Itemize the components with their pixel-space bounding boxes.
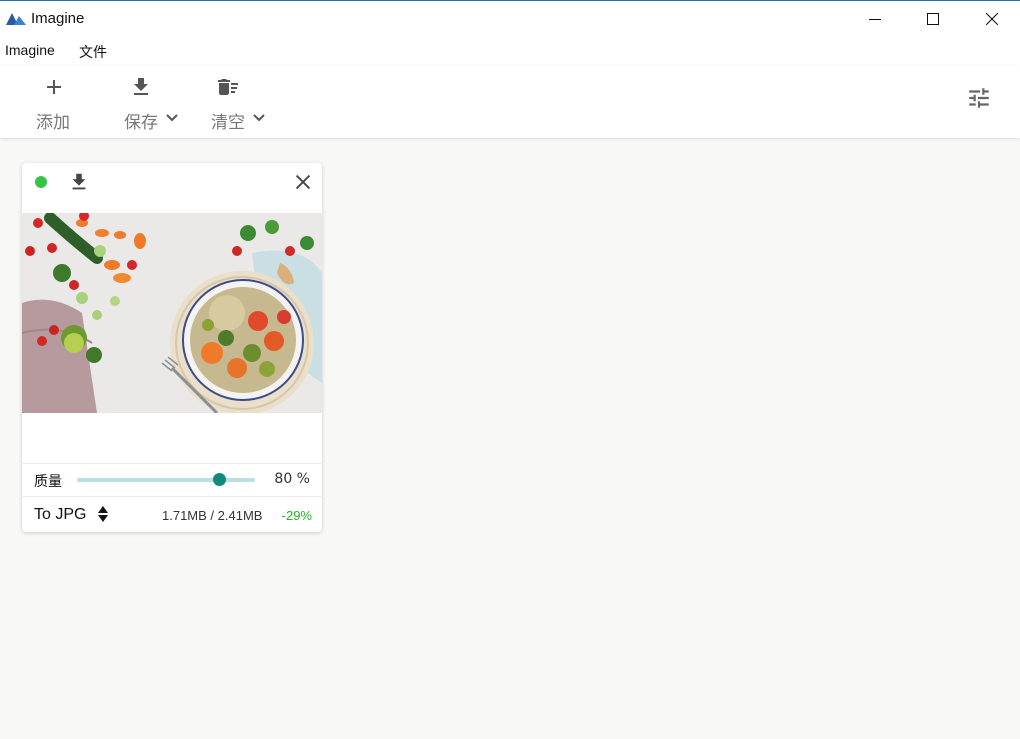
quality-value: 80 % xyxy=(274,471,310,487)
menu-bar: Imagine 文件 xyxy=(0,37,1020,65)
plus-icon xyxy=(47,80,61,94)
close-icon[interactable] xyxy=(292,171,314,193)
save-label: 保存 xyxy=(124,113,158,133)
delete-sweep-icon xyxy=(218,79,238,95)
maximize-icon xyxy=(927,13,939,25)
sort-arrows-icon[interactable] xyxy=(97,504,109,524)
status-indicator xyxy=(35,176,47,188)
divider xyxy=(22,463,322,464)
image-card: 质量 80 % To JPG 1.71MB / 2.41MB -29% xyxy=(22,163,322,532)
format-select[interactable]: To JPG xyxy=(34,506,86,524)
minimize-button[interactable] xyxy=(852,1,898,37)
app-logo-icon xyxy=(6,13,26,25)
divider xyxy=(22,496,322,497)
save-button[interactable]: 保存 xyxy=(120,65,184,138)
chevron-down-icon xyxy=(166,114,178,122)
menu-file[interactable]: 文件 xyxy=(79,42,107,62)
clear-label: 清空 xyxy=(211,113,245,133)
close-icon xyxy=(986,13,998,25)
add-button[interactable]: 添加 xyxy=(30,65,80,138)
quality-slider[interactable] xyxy=(77,478,255,482)
minimize-icon xyxy=(869,19,881,20)
file-size-info: 1.71MB / 2.41MB xyxy=(162,508,263,523)
download-icon xyxy=(134,78,148,95)
image-thumbnail xyxy=(22,213,322,413)
close-window-button[interactable] xyxy=(969,1,1015,37)
toolbar: 添加 保存 清空 xyxy=(0,65,1020,138)
download-icon[interactable] xyxy=(68,171,90,193)
tune-icon[interactable] xyxy=(966,85,992,111)
size-reduction-badge: -29% xyxy=(281,508,312,523)
chevron-down-icon xyxy=(253,114,265,122)
maximize-button[interactable] xyxy=(910,1,956,37)
menu-imagine[interactable]: Imagine xyxy=(5,42,55,58)
quality-label: 质量 xyxy=(34,474,62,490)
quality-slider-thumb[interactable] xyxy=(212,473,226,486)
add-label: 添加 xyxy=(36,113,70,133)
clear-button[interactable]: 清空 xyxy=(207,65,271,138)
title-bar: Imagine xyxy=(0,1,1020,37)
window-title: Imagine xyxy=(31,10,85,27)
